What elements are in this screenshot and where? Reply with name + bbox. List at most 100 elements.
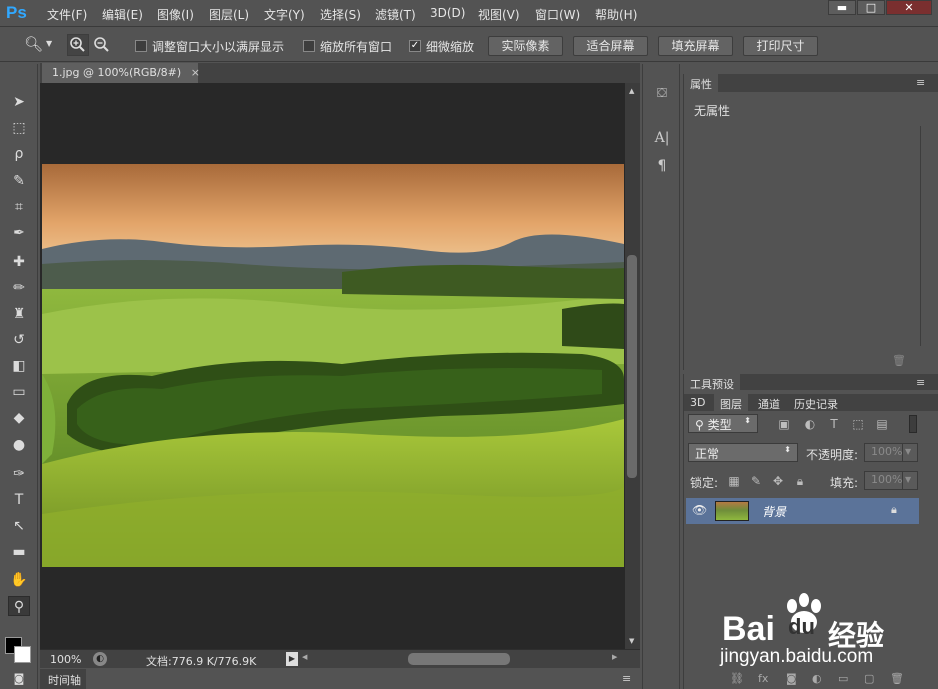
new-layer-icon[interactable]: ▢: [864, 672, 874, 685]
zoom-level[interactable]: 100%: [50, 653, 81, 666]
chevron-down-icon[interactable]: ▼: [46, 39, 52, 48]
trash-icon[interactable]: 🗑︎: [892, 354, 906, 367]
horizontal-scroll-thumb[interactable]: [408, 653, 510, 665]
type-filter-icon[interactable]: T: [826, 416, 842, 432]
scrubby-zoom-checkbox[interactable]: ✓: [409, 40, 421, 52]
lock-position-icon[interactable]: ✥: [770, 473, 786, 489]
pixel-filter-icon[interactable]: ▣: [776, 416, 792, 432]
brush-tool-icon[interactable]: ✏: [8, 278, 30, 298]
new-group-icon[interactable]: ▭: [838, 672, 848, 685]
scroll-left-icon[interactable]: ◀: [302, 653, 307, 661]
menu-view[interactable]: 视图(V): [478, 6, 520, 23]
menu-3d[interactable]: 3D(D): [430, 6, 465, 20]
lock-transparent-icon[interactable]: ▦: [726, 473, 742, 489]
status-menu-icon[interactable]: ▶: [286, 652, 298, 666]
close-button[interactable]: ✕: [886, 0, 932, 15]
tool-presets-tab[interactable]: 工具预设: [684, 374, 740, 392]
history-brush-icon[interactable]: ↺: [8, 330, 30, 350]
lock-image-icon[interactable]: ✎: [748, 473, 764, 489]
menu-image[interactable]: 图像(I): [157, 6, 194, 23]
menu-help[interactable]: 帮助(H): [595, 6, 637, 23]
scroll-right-icon[interactable]: ▶: [612, 653, 617, 661]
zoom-out-icon[interactable]: [92, 35, 112, 55]
delete-layer-icon[interactable]: 🗑︎: [890, 672, 904, 685]
tab-channels[interactable]: 通道: [752, 394, 786, 412]
hand-tool-icon[interactable]: ✋: [8, 570, 30, 590]
link-layers-icon[interactable]: ⛓: [730, 672, 744, 685]
lasso-tool-icon[interactable]: ρ: [8, 144, 30, 164]
character-panel-icon[interactable]: A|: [651, 130, 673, 150]
chevron-down-icon[interactable]: ▼: [902, 471, 918, 490]
type-tool-icon[interactable]: T: [8, 490, 30, 510]
zoom-tool-icon[interactable]: ⚲: [8, 596, 30, 616]
layer-filter-select[interactable]: ⚲ 类型 ⬍: [688, 414, 758, 433]
healing-brush-icon[interactable]: ✚: [8, 252, 30, 272]
marquee-tool-icon[interactable]: ⬚: [8, 118, 30, 138]
menu-edit[interactable]: 编辑(E): [102, 6, 143, 23]
dodge-tool-icon[interactable]: ●: [8, 435, 30, 455]
properties-tab[interactable]: 属性: [684, 74, 718, 92]
blur-tool-icon[interactable]: ◆: [8, 408, 30, 428]
scroll-up-icon[interactable]: ▲: [629, 87, 634, 95]
smart-object-filter-icon[interactable]: ▤: [874, 416, 890, 432]
panel-menu-icon[interactable]: ≡: [916, 76, 925, 89]
zoom-all-windows-checkbox[interactable]: [303, 40, 315, 52]
fill-field[interactable]: 100%: [864, 471, 904, 490]
pen-tool-icon[interactable]: ✑: [8, 464, 30, 484]
document-tab[interactable]: 1.jpg @ 100%(RGB/8#) ×: [42, 63, 200, 83]
status-info-icon[interactable]: ◐: [93, 652, 107, 666]
stamp-tool-icon[interactable]: ♜: [8, 304, 30, 324]
scroll-down-icon[interactable]: ▼: [629, 637, 634, 645]
resize-windows-checkbox[interactable]: [135, 40, 147, 52]
menu-file[interactable]: 文件(F): [47, 6, 87, 23]
menu-layer[interactable]: 图层(L): [209, 6, 249, 23]
actual-pixels-button[interactable]: 实际像素: [488, 36, 563, 56]
blend-mode-select[interactable]: 正常 ⬍: [688, 443, 798, 462]
panel-menu-icon[interactable]: ≡: [916, 376, 925, 389]
panel-menu-icon[interactable]: ≡: [622, 672, 631, 685]
move-tool-icon[interactable]: ➤: [8, 92, 30, 112]
fx-icon[interactable]: fx: [758, 672, 768, 685]
chevron-down-icon[interactable]: ▼: [902, 443, 918, 462]
lock-all-icon[interactable]: 🔒︎: [792, 473, 808, 489]
zoom-in-icon[interactable]: [67, 34, 89, 56]
gradient-tool-icon[interactable]: ▭: [8, 382, 30, 402]
maximize-button[interactable]: □: [857, 0, 885, 15]
eyedropper-tool-icon[interactable]: ✒: [8, 223, 30, 243]
menu-filter[interactable]: 滤镜(T): [375, 6, 416, 23]
adjustment-layer-icon[interactable]: ◐: [812, 672, 822, 685]
visibility-eye-icon[interactable]: 👁︎: [692, 503, 707, 517]
layer-row[interactable]: 👁︎ 背景 🔒︎: [686, 498, 919, 524]
stamp-panel-icon[interactable]: ⛋: [651, 86, 673, 106]
minimize-button[interactable]: ▬: [828, 0, 856, 15]
opacity-field[interactable]: 100%: [864, 443, 904, 462]
eraser-tool-icon[interactable]: ◧: [8, 356, 30, 376]
vertical-scroll-thumb[interactable]: [627, 255, 637, 478]
shape-tool-icon[interactable]: ▬: [8, 542, 30, 562]
background-color-swatch[interactable]: [14, 646, 31, 663]
menu-window[interactable]: 窗口(W): [535, 6, 580, 23]
crop-tool-icon[interactable]: ⌗: [8, 197, 30, 217]
options-bar: 🔍︎ ▼ 调整窗口大小以满屏显示 缩放所有窗口 ✓ 细微缩放 实际像素 适合屏幕…: [0, 28, 938, 62]
print-size-button[interactable]: 打印尺寸: [743, 36, 818, 56]
close-tab-icon[interactable]: ×: [191, 66, 200, 79]
adjustment-filter-icon[interactable]: ◐: [802, 416, 818, 432]
quick-mask-icon[interactable]: ◙: [8, 669, 30, 689]
menu-type[interactable]: 文字(Y): [264, 6, 305, 23]
tab-layers[interactable]: 图层: [714, 394, 748, 412]
blend-mode-value: 正常: [695, 447, 720, 461]
tab-3d[interactable]: 3D: [684, 394, 711, 412]
menu-select[interactable]: 选择(S): [320, 6, 361, 23]
filter-toggle[interactable]: [909, 415, 917, 433]
fill-screen-button[interactable]: 填充屏幕: [658, 36, 733, 56]
add-mask-icon[interactable]: ◙: [786, 672, 797, 685]
zoom-tool-icon[interactable]: 🔍︎: [24, 35, 43, 53]
timeline-tab[interactable]: 时间轴: [40, 669, 86, 689]
tab-history[interactable]: 历史记录: [788, 394, 844, 412]
shape-filter-icon[interactable]: ⬚: [850, 416, 866, 432]
paragraph-panel-icon[interactable]: ¶: [651, 158, 673, 178]
fit-screen-button[interactable]: 适合屏幕: [573, 36, 648, 56]
path-select-icon[interactable]: ↖: [8, 516, 30, 536]
quick-select-tool-icon[interactable]: ✎: [8, 171, 30, 191]
layer-name[interactable]: 背景: [762, 503, 786, 520]
